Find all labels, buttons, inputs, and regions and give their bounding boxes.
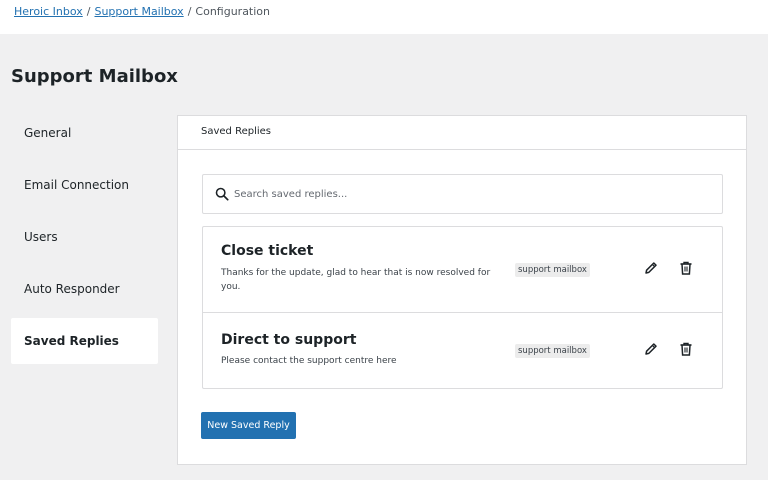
page-title: Support Mailbox — [11, 66, 178, 87]
search-input[interactable] — [234, 184, 704, 204]
top-bar: Heroic Inbox / Support Mailbox / Configurati… — [0, 0, 768, 34]
list-item: Direct to support Please contact the sup… — [203, 313, 722, 388]
trash-icon[interactable] — [678, 341, 694, 357]
sidebar-item-saved-replies[interactable]: Saved Replies — [11, 318, 158, 364]
sidebar-item-general[interactable]: General — [11, 110, 158, 156]
pencil-icon[interactable] — [643, 341, 659, 357]
mailbox-tag: support mailbox — [515, 344, 590, 358]
breadcrumb-separator: / — [187, 5, 192, 18]
mailbox-tag: support mailbox — [515, 263, 590, 277]
settings-sidebar: General Email Connection Users Auto Resp… — [11, 110, 158, 370]
new-saved-reply-button[interactable]: New Saved Reply — [201, 412, 296, 439]
reply-title: Direct to support — [221, 332, 357, 348]
sidebar-item-auto-responder[interactable]: Auto Responder — [11, 266, 158, 312]
reply-body: Thanks for the update, glad to hear that… — [221, 268, 491, 292]
saved-replies-panel: Saved Replies Close ticket Thanks for th… — [177, 115, 747, 465]
search-icon — [215, 187, 229, 201]
reply-body: Please contact the support centre here — [221, 356, 397, 366]
sidebar-item-email-connection[interactable]: Email Connection — [11, 162, 158, 208]
reply-title: Close ticket — [221, 243, 314, 259]
saved-replies-list: Close ticket Thanks for the update, glad… — [202, 226, 723, 389]
sidebar-item-users[interactable]: Users — [11, 214, 158, 260]
breadcrumb: Heroic Inbox / Support Mailbox / Configurati… — [14, 5, 270, 18]
breadcrumb-link-heroic-inbox[interactable]: Heroic Inbox — [14, 5, 83, 18]
trash-icon[interactable] — [678, 260, 694, 276]
panel-header: Saved Replies — [178, 116, 746, 150]
breadcrumb-current: Configuration — [195, 5, 271, 18]
pencil-icon[interactable] — [643, 260, 659, 276]
search-box — [202, 174, 723, 214]
breadcrumb-separator: / — [86, 5, 91, 18]
breadcrumb-link-support-mailbox[interactable]: Support Mailbox — [94, 5, 183, 18]
list-item: Close ticket Thanks for the update, glad… — [203, 227, 722, 313]
